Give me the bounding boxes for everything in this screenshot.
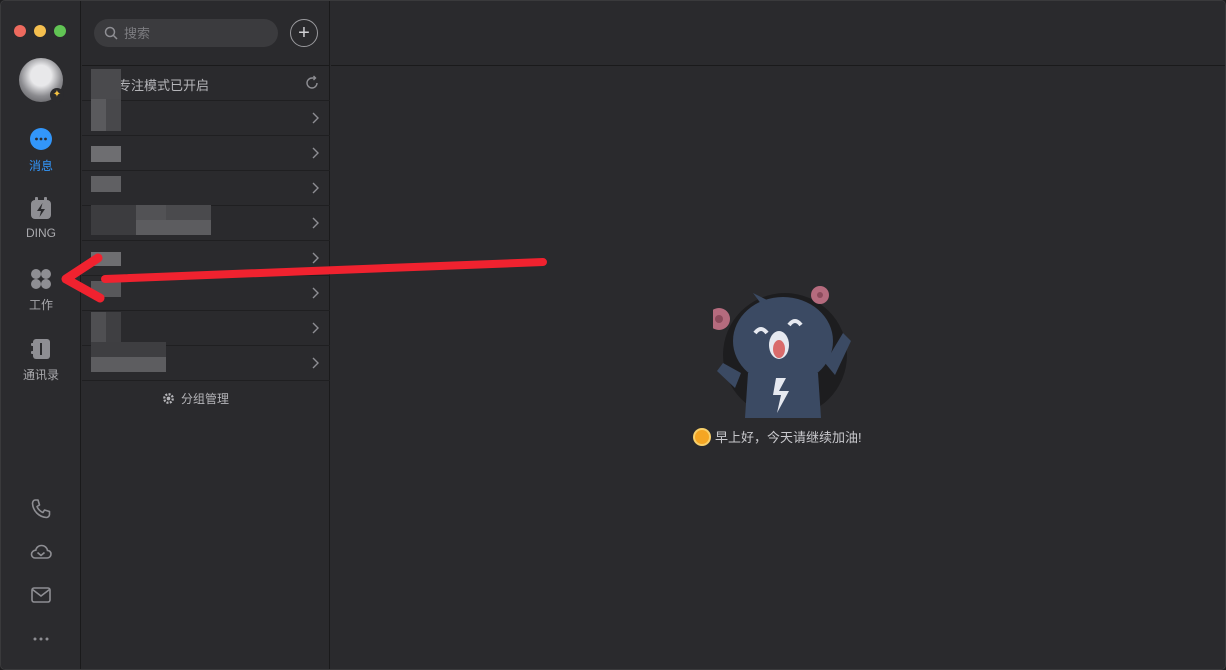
mail-icon[interactable] <box>29 583 53 607</box>
search-icon <box>104 26 118 40</box>
focus-mode-text: 专注模式已开启 <box>118 77 210 93</box>
chevron-right-icon <box>312 147 319 159</box>
greeting-text: 早上好，今天请继续加油! <box>715 430 862 445</box>
sidebar-item-messages[interactable]: 消息 <box>1 127 81 174</box>
conversation-list-panel: + 专注模式已开启 <box>82 1 330 669</box>
close-window-button[interactable] <box>14 25 26 37</box>
zoom-window-button[interactable] <box>54 25 66 37</box>
contacts-book-icon <box>31 339 50 359</box>
focus-mode-icon <box>94 77 108 90</box>
group-row[interactable] <box>82 275 330 310</box>
sidebar-item-label: 工作 <box>28 298 53 312</box>
ding-lightning-icon <box>31 197 51 219</box>
group-row[interactable] <box>82 205 330 240</box>
more-icon[interactable] <box>29 627 53 651</box>
group-row[interactable] <box>82 100 330 135</box>
gear-icon <box>163 393 174 404</box>
search-box[interactable] <box>94 19 278 47</box>
sun-icon <box>695 429 709 444</box>
header-divider <box>82 65 330 66</box>
app-window: ✦ 消息 DING 工作 通讯录 搜索 + 专注模式已开启 分组管理 早上好，今… <box>0 0 1226 670</box>
mascot-bird-illustration <box>713 286 851 418</box>
refresh-icon[interactable] <box>304 75 320 91</box>
search-input[interactable] <box>124 25 264 41</box>
chevron-right-icon <box>312 112 319 124</box>
list-divider <box>82 380 330 381</box>
group-row[interactable] <box>82 170 330 205</box>
group-row[interactable] <box>82 310 330 345</box>
sidebar-item-label: 消息 <box>28 159 53 173</box>
header-divider <box>331 65 1225 66</box>
minimize-window-button[interactable] <box>34 25 46 37</box>
group-row[interactable] <box>82 135 330 170</box>
chevron-right-icon <box>312 287 319 299</box>
avatar-status-icon: ✦ <box>50 88 64 102</box>
sidebar-item-contacts[interactable]: 通讯录 <box>1 336 81 383</box>
greeting-message: 早上好，今天请继续加油! <box>695 427 862 446</box>
sidebar-item-label: 通讯录 <box>22 368 59 382</box>
cloud-drive-icon[interactable] <box>29 540 53 564</box>
focus-mode-banner[interactable]: 专注模式已开启 <box>82 67 330 101</box>
chevron-right-icon <box>312 322 319 334</box>
left-rail: ✦ 消息 DING 工作 通讯录 <box>1 1 81 669</box>
chat-bubble-icon <box>30 128 52 150</box>
phone-icon[interactable] <box>29 497 53 521</box>
group-row[interactable] <box>82 345 330 380</box>
chevron-right-icon <box>312 252 319 264</box>
apps-grid-icon <box>31 269 51 289</box>
main-content: 早上好，今天请继续加油! <box>331 1 1225 669</box>
add-button[interactable]: + <box>290 19 318 47</box>
group-manage-button[interactable]: 分组管理 <box>162 390 229 407</box>
window-controls <box>14 25 66 37</box>
sidebar-item-ding[interactable]: DING <box>1 196 81 240</box>
chevron-right-icon <box>312 217 319 229</box>
sidebar-item-label: DING <box>26 226 56 240</box>
chevron-right-icon <box>312 357 319 369</box>
group-row[interactable] <box>82 240 330 275</box>
group-manage-label: 分组管理 <box>181 392 230 406</box>
sidebar-item-work[interactable]: 工作 <box>1 266 81 313</box>
chevron-right-icon <box>312 182 319 194</box>
